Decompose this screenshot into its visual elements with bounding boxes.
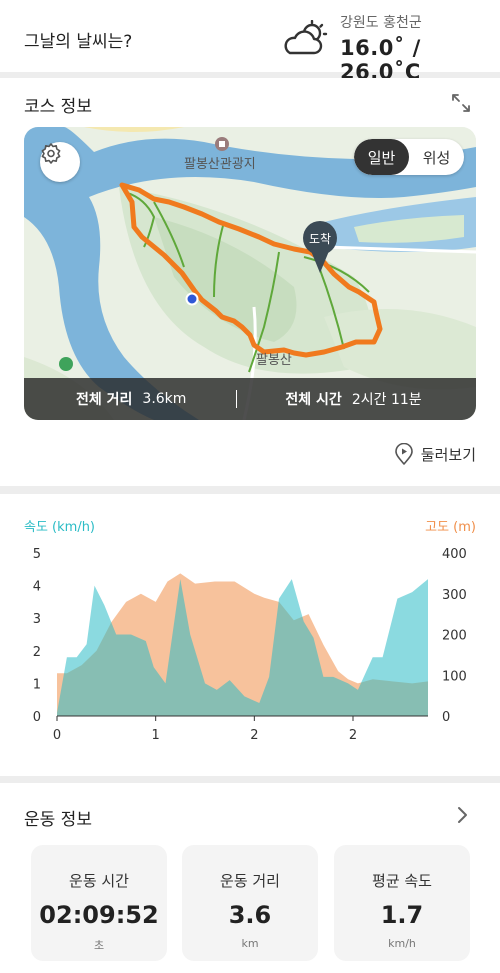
- total-time-value: 2시간 11분: [351, 392, 422, 408]
- speed-elevation-chart: 0 1 2 2 0 1 2 3 4 5 0 100 200 300 400: [33, 547, 467, 743]
- exercise-title: 운동 정보: [24, 810, 92, 830]
- y-left-tick-label: 0: [33, 710, 41, 725]
- finish-marker[interactable]: 도착: [303, 221, 337, 273]
- y-right-tick-label: 300: [442, 588, 467, 603]
- stat-value: 3.6: [228, 901, 272, 929]
- exercise-card: 운동 정보 운동 시간 02:09:52 초 운동 거리 3.6 km 평균 속…: [0, 783, 500, 973]
- x-tick-label: 0: [53, 728, 61, 743]
- y-right-tick-label: 0: [442, 710, 450, 725]
- y-left-tick-label: 3: [33, 612, 41, 627]
- summary-divider: [236, 390, 238, 408]
- stat-average-speed: 평균 속도 1.7 km/h: [334, 845, 470, 961]
- chevron-right-icon[interactable]: [454, 805, 470, 825]
- y-right-tick-label: 100: [442, 669, 467, 684]
- x-tick-label: 1: [152, 728, 160, 743]
- stat-value: 1.7: [380, 901, 424, 929]
- map-type-toggle[interactable]: 일반 위성: [354, 139, 464, 175]
- stat-name: 평균 속도: [372, 872, 432, 890]
- map-type-satellite[interactable]: 위성: [409, 139, 464, 175]
- course-title: 코스 정보: [24, 97, 92, 117]
- map-summary-bar: 전체 거리 3.6km 전체 시간 2시간 11분: [24, 378, 476, 420]
- y-right-tick-label: 200: [442, 629, 467, 644]
- poi-label: 팔봉산관광지: [184, 157, 256, 172]
- weather-temperature: 16.0˚ / 26.0˚C: [340, 36, 421, 84]
- peak-label: 팔봉산: [256, 353, 292, 368]
- course-card: 코스 정보 일반 위성 팔봉산관광지 팔봉산 도착 전체 거리 3.6km 전체…: [0, 78, 500, 486]
- course-map[interactable]: 일반 위성 팔봉산관광지 팔봉산 도착 전체 거리 3.6km 전체 시간 2시…: [24, 127, 476, 420]
- map-settings-button[interactable]: [40, 142, 80, 182]
- lookaround-button[interactable]: 둘러보기: [393, 443, 476, 465]
- y-right-tick-label: 400: [442, 547, 467, 562]
- stat-unit: 초: [93, 939, 105, 952]
- total-time-label: 전체 시간: [285, 392, 342, 408]
- lookaround-label: 둘러보기: [420, 445, 476, 464]
- total-distance: 전체 거리 3.6km: [76, 389, 186, 409]
- y-left-tick-label: 1: [33, 677, 41, 692]
- stat-exercise-time: 운동 시간 02:09:52 초: [31, 845, 167, 961]
- play-pin-icon: [394, 443, 413, 465]
- map-type-normal[interactable]: 일반: [354, 139, 409, 175]
- left-axis-title: 속도 (km/h): [24, 520, 96, 535]
- stat-exercise-distance: 운동 거리 3.6 km: [182, 845, 318, 961]
- gear-icon: [41, 143, 61, 164]
- expand-icon[interactable]: [450, 92, 472, 114]
- stat-name: 운동 거리: [220, 872, 280, 890]
- stat-unit: km: [241, 937, 259, 950]
- y-left-tick-label: 5: [33, 547, 41, 562]
- total-time: 전체 시간 2시간 11분: [285, 389, 421, 409]
- total-distance-value: 3.6km: [142, 391, 187, 407]
- x-tick-label: 2: [250, 728, 258, 743]
- partly-cloudy-icon: [284, 20, 328, 55]
- stat-name: 운동 시간: [69, 872, 129, 890]
- x-tick-label: 2: [349, 728, 357, 743]
- y-left-tick-label: 2: [33, 645, 41, 660]
- weather-location: 강원도 홍천군: [340, 15, 422, 31]
- speed-elevation-chart-card: 속도 (km/h) 고도 (m) 0 1 2 2 0 1 2 3 4 5 0 100 200 300 400: [0, 494, 500, 776]
- right-axis-title: 고도 (m): [425, 520, 476, 535]
- weather-card: 그날의 날씨는? 강원도 홍천군 16.0˚ / 26.0˚C: [0, 0, 500, 84]
- y-left-tick-label: 4: [33, 580, 41, 595]
- total-distance-label: 전체 거리: [76, 392, 133, 408]
- weather-label: 그날의 날씨는?: [24, 32, 133, 52]
- stat-value: 02:09:52: [39, 901, 159, 929]
- finish-label: 도착: [303, 221, 337, 255]
- stat-unit: km/h: [388, 937, 416, 950]
